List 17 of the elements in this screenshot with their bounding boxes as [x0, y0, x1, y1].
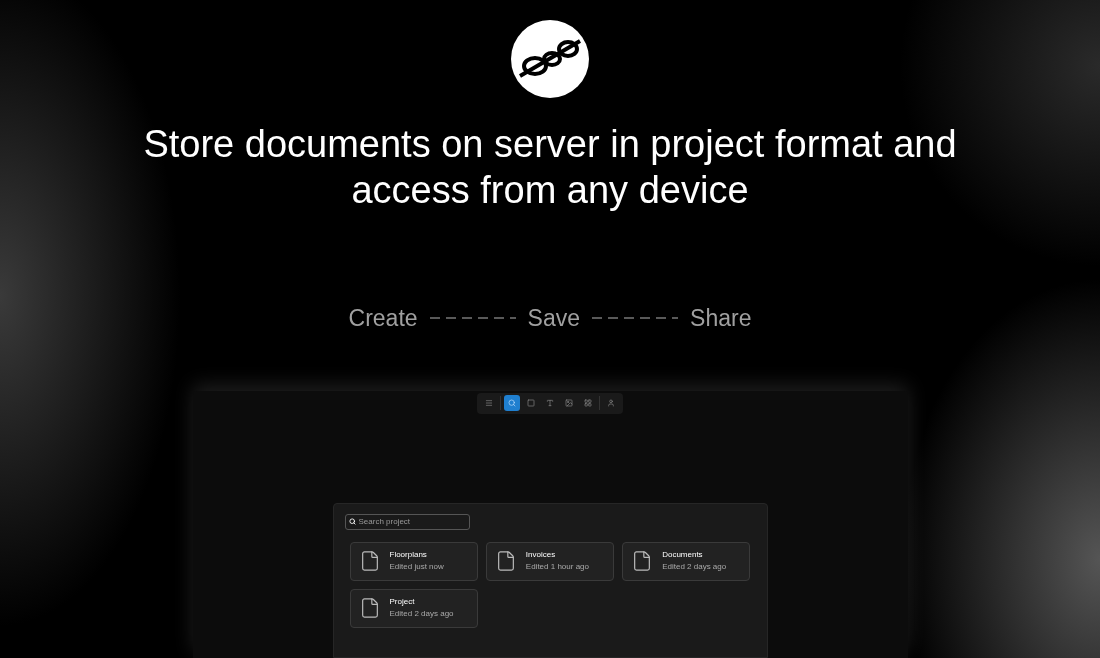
project-name: Floorplans [389, 551, 428, 559]
project-name: Invoices [525, 551, 557, 559]
edited-time: Edited 2 days ago [662, 563, 727, 571]
search-field[interactable]: Search project [344, 513, 470, 530]
step-label: Share [690, 304, 752, 333]
step-label: Create [348, 304, 418, 333]
project-card[interactable]: Floorplans Edited just now [349, 541, 478, 581]
edited-time: Edited 1 hour ago [525, 563, 589, 571]
edited-time: Edited just now [389, 563, 444, 571]
edited-time: Edited 2 days ago [389, 610, 454, 618]
project-card[interactable]: Invoices Edited 1 hour ago [485, 541, 615, 581]
headline: Store documents on server in project format and access from any device [142, 122, 958, 213]
step-label: Save [527, 304, 581, 333]
project-name: Project [389, 598, 416, 606]
project-card[interactable]: Documents Edited 2 days ago [622, 541, 751, 581]
project-card[interactable]: Project Edited 2 days ago [349, 588, 478, 628]
project-name: Documents [662, 551, 704, 559]
